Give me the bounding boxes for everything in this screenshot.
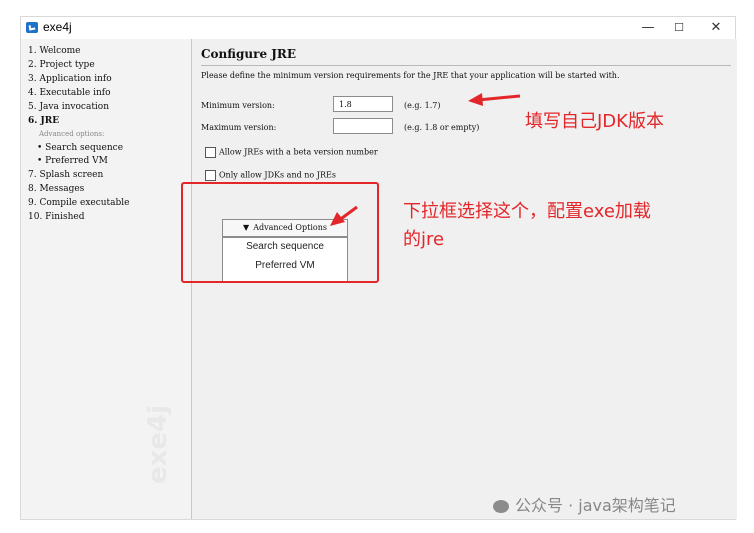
max-version-input[interactable] [333,118,393,134]
only-jdk-label: Only allow JDKs and no JREs [219,170,336,180]
step-splash-screen[interactable]: 7. Splash screen [28,170,103,180]
exe4j-logo: exe4j [143,404,173,484]
step-preferred-vm[interactable]: • Preferred VM [37,156,108,166]
allow-beta-jre-label: Allow JREs with a beta version number [219,147,378,157]
step-compile-executable[interactable]: 9. Compile executable [28,198,130,208]
window-title: exe4j [43,20,72,34]
annotation-dropdown-line1: 下拉框选择这个，配置exe加载 [403,201,651,222]
min-version-hint: (e.g. 1.7) [404,101,441,110]
only-jdk-checkbox[interactable]: Only allow JDKs and no JREs [205,170,336,181]
step-project-type[interactable]: 2. Project type [28,60,95,70]
min-version-input[interactable]: 1.8 [333,96,393,112]
footer-watermark: 公众号 · java架构笔记 [493,492,676,516]
min-version-label: Minimum version: [201,101,275,110]
advanced-options-heading: Advanced options: [39,130,105,138]
step-java-invocation[interactable]: 5. Java invocation [28,102,109,112]
step-executable-info[interactable]: 4. Executable info [28,88,111,98]
maximize-button[interactable]: ☐ [664,19,694,37]
step-welcome[interactable]: 1. Welcome [28,46,81,56]
step-application-info[interactable]: 3. Application info [28,74,112,84]
annotation-highlight-box [181,182,379,283]
wechat-icon [493,500,509,513]
page-description: Please define the minimum version requir… [201,71,620,80]
footer-watermark-text: 公众号 · java架构笔记 [515,496,676,515]
checkbox-box[interactable] [205,147,216,158]
wizard-steps-sidebar: 1. Welcome 2. Project type 3. Applicatio… [21,39,192,519]
checkbox-box[interactable] [205,170,216,181]
exe4j-app-icon [26,22,38,33]
title-divider [201,65,731,66]
minimize-button[interactable]: — [633,19,663,37]
annotation-dropdown-line2: 的jre [403,229,445,250]
step-messages[interactable]: 8. Messages [28,184,84,194]
annotation-jdk-version: 填写自己JDK版本 [525,111,664,132]
close-button[interactable]: ✕ [701,19,731,37]
max-version-label: Maximum version: [201,123,277,132]
max-version-hint: (e.g. 1.8 or empty) [404,123,480,132]
page-title: Configure JRE [201,47,297,61]
step-jre[interactable]: 6. JRE [28,116,59,126]
step-search-sequence[interactable]: • Search sequence [37,143,123,153]
step-finished[interactable]: 10. Finished [28,212,84,222]
title-bar: exe4j — ☐ ✕ [21,17,735,39]
allow-beta-jre-checkbox[interactable]: Allow JREs with a beta version number [205,147,378,158]
